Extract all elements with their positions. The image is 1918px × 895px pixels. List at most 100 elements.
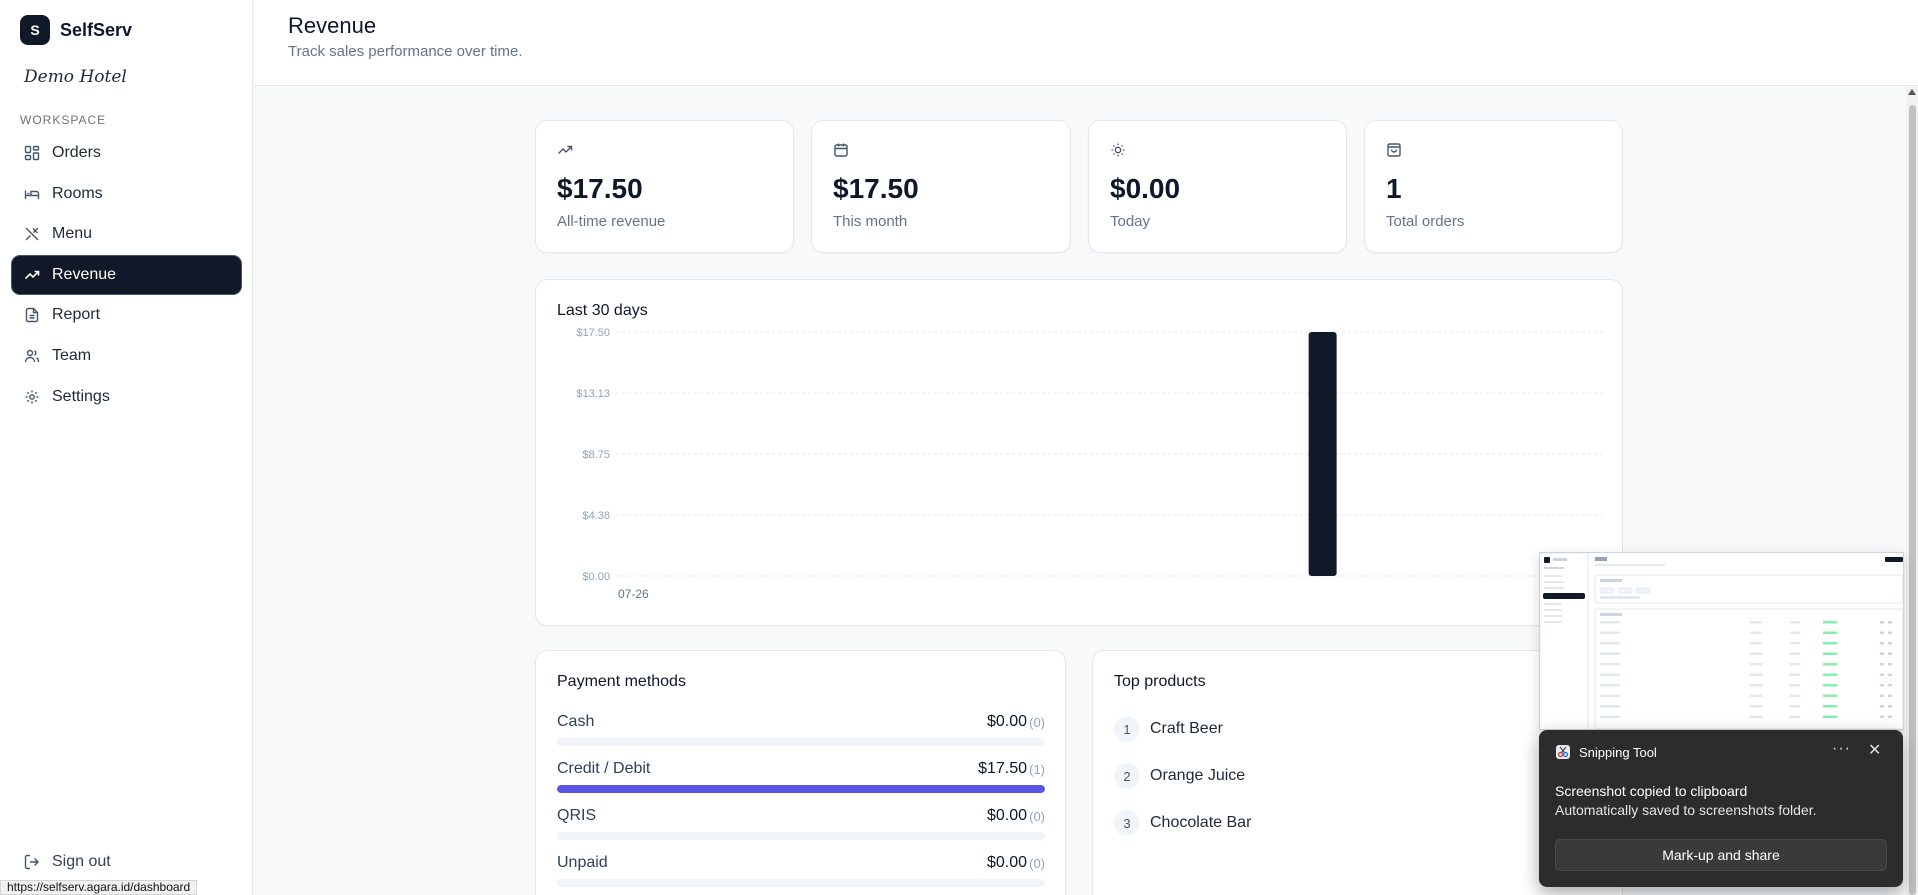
toast-body: Automatically saved to screenshots folde… — [1555, 802, 1817, 818]
thumbnail-row-mark — [1600, 652, 1620, 655]
top-product-name: Orange Juice — [1150, 767, 1246, 784]
payment-method-bar-track — [557, 738, 1045, 746]
toast-close-icon[interactable]: ✕ — [1868, 740, 1881, 760]
thumbnail-row-mark — [1790, 642, 1800, 645]
thumbnail-row-mark — [1880, 673, 1884, 676]
sidebar-item-report[interactable]: Report — [12, 296, 241, 334]
thumbnail-row-mark — [1790, 684, 1800, 687]
thumbnail-row-mark — [1888, 652, 1892, 655]
sidebar-item-menu[interactable]: Menu — [12, 215, 241, 253]
mark-up-and-share-button[interactable]: Mark-up and share — [1555, 839, 1887, 871]
users-icon — [24, 348, 40, 364]
top-product-row: 2Orange Juice$6. — [1114, 763, 1584, 791]
sidebar-nav: Orders Rooms Menu Revenue Report Team Se… — [12, 134, 241, 418]
payment-method-bar-fill — [557, 785, 1045, 793]
thumbnail-row-mark — [1880, 705, 1884, 708]
payment-method-count: (0) — [1029, 856, 1045, 871]
thumbnail-row-mark — [1888, 663, 1892, 666]
stat-label: Today — [1110, 213, 1151, 230]
section-label-workspace: WORKSPACE — [20, 113, 107, 127]
payment-methods-card: Payment methods Cash $0.00 (0) Credit / Deb… — [535, 650, 1066, 895]
status-bar-url: https://selfserv.agara.id/dashboard — [0, 880, 198, 895]
top-product-row: 3Chocolate Bar$3. — [1114, 810, 1584, 838]
payment-method-count: (1) — [1029, 762, 1045, 777]
x-tick-label: 07-26 — [618, 587, 649, 601]
sidebar-item-label: Menu — [52, 225, 93, 243]
screenshot-thumbnail[interactable] — [1539, 552, 1904, 730]
thumbnail-row-mark — [1888, 715, 1892, 718]
payment-method-bar-track — [557, 879, 1045, 887]
thumbnail-row-mark — [1880, 642, 1884, 645]
sidebar-item-orders[interactable]: Orders — [12, 134, 241, 172]
thumbnail-row-mark — [1888, 694, 1892, 697]
sidebar-item-label: Rooms — [52, 184, 103, 202]
thumbnail-row-mark — [1790, 663, 1800, 666]
sidebar-item-label: Settings — [52, 387, 110, 405]
thumbnail-row-mark — [1823, 631, 1837, 634]
payment-method-count: (0) — [1029, 809, 1045, 824]
thumbnail-row-mark — [1790, 705, 1800, 708]
top-product-row: 1Craft Beer$8. — [1114, 716, 1584, 744]
thumbnail-row-mark — [1823, 673, 1837, 676]
y-tick-label: $4.38 — [582, 510, 610, 522]
stat-card-this-month: $17.50 This month — [811, 120, 1071, 253]
sidebar-item-team[interactable]: Team — [12, 337, 241, 375]
sidebar-item-revenue[interactable]: Revenue — [12, 255, 241, 294]
page-header: Revenue Track sales performance over tim… — [254, 0, 1918, 86]
page-subtitle: Track sales performance over time. — [288, 43, 523, 60]
payment-method-amount: $0.00 — [986, 854, 1027, 871]
brand-name: SelfServ — [60, 19, 133, 40]
thumbnail-row-mark — [1823, 652, 1837, 655]
payment-method-name: Unpaid — [557, 854, 608, 871]
thumbnail-row-mark — [1600, 631, 1620, 634]
thumbnail-row-mark — [1880, 652, 1884, 655]
thumbnail-row-mark — [1600, 694, 1620, 697]
grid-icon — [24, 145, 40, 161]
toast-more-options-icon[interactable]: ··· — [1832, 740, 1851, 758]
sidebar-item-rooms[interactable]: Rooms — [12, 175, 241, 213]
thumbnail-row-mark — [1888, 705, 1892, 708]
thumbnail-row-mark — [1790, 621, 1800, 624]
brand[interactable]: S SelfServ — [20, 15, 132, 45]
revenue-bar-chart: $0.00 $4.38 $8.75 $13.13 $17.50 07-26 — [576, 327, 1602, 601]
sidebar-item-settings[interactable]: Settings — [12, 378, 241, 416]
thumbnail-row-mark — [1600, 684, 1620, 687]
trending-up-icon — [24, 267, 40, 283]
thumbnail-row-mark — [1600, 705, 1620, 708]
thumbnail-row-mark — [1750, 705, 1762, 708]
log-out-icon — [24, 854, 40, 870]
payment-method-name: Cash — [557, 713, 595, 730]
page-scrollbar[interactable] — [1906, 87, 1918, 895]
hotel-name: Demo Hotel — [24, 67, 127, 87]
toast-app-name: Snipping Tool — [1579, 744, 1657, 760]
sidebar-item-label: Report — [52, 306, 101, 324]
thumbnail-row-mark — [1600, 663, 1620, 666]
thumbnail-row-mark — [1823, 621, 1837, 624]
thumbnail-row-mark — [1880, 621, 1884, 624]
thumbnail-row-mark — [1888, 642, 1892, 645]
stat-value: $0.00 — [1110, 173, 1181, 204]
thumbnail-row-mark — [1600, 715, 1620, 718]
thumbnail-row-mark — [1790, 715, 1800, 718]
payment-method-amount: $0.00 — [986, 713, 1027, 730]
payment-method-count: (0) — [1029, 715, 1045, 730]
stat-label: All-time revenue — [557, 213, 666, 230]
stat-label: This month — [833, 213, 908, 230]
thumbnail-row-mark — [1823, 642, 1837, 645]
stat-card-today: $0.00 Today — [1088, 120, 1347, 253]
thumbnail-row-mark — [1750, 652, 1762, 655]
thumbnail-row-mark — [1823, 663, 1837, 666]
scroll-up-arrow-icon[interactable] — [1908, 89, 1916, 95]
top-products-title: Top products — [1114, 673, 1206, 690]
sign-out-button[interactable]: Sign out — [24, 853, 111, 871]
thumbnail-row-mark — [1600, 642, 1620, 645]
thumbnail-row-mark — [1750, 663, 1762, 666]
payment-method-amount: $17.50 — [978, 760, 1027, 777]
snipping-tool-icon — [1555, 744, 1571, 760]
thumbnail-row-mark — [1823, 694, 1837, 697]
stat-value: $17.50 — [833, 173, 919, 204]
thumbnail-row-mark — [1880, 631, 1884, 634]
thumbnail-row-mark — [1750, 621, 1762, 624]
chart-bar[interactable] — [1308, 332, 1337, 576]
scrollbar-thumb[interactable] — [1909, 105, 1916, 895]
